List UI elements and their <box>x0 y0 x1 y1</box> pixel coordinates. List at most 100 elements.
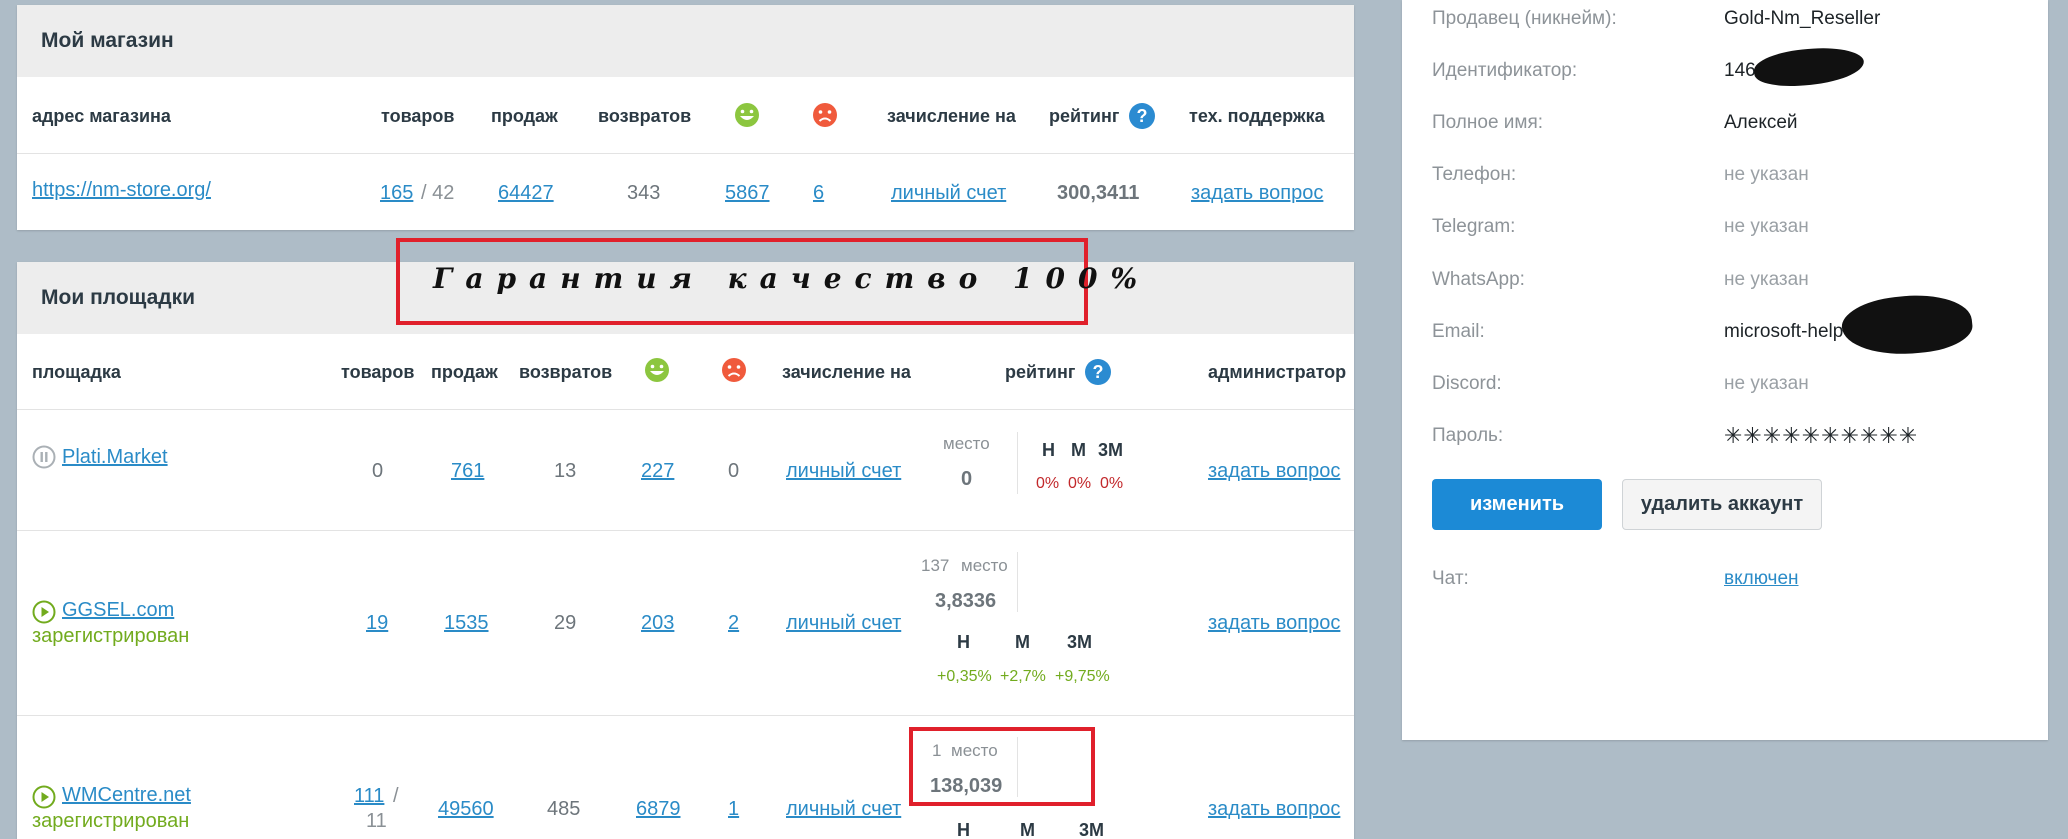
platform-admin-link[interactable]: задать вопрос <box>1208 612 1340 635</box>
platform-admin-link[interactable]: задать вопрос <box>1208 460 1340 483</box>
header-sales: продаж <box>431 362 498 382</box>
col-h: Н <box>1042 440 1055 460</box>
divider <box>17 530 1354 531</box>
rating-help-icon[interactable]: ? <box>1129 103 1155 129</box>
telegram-label: Telegram: <box>1432 216 1516 237</box>
id-label: Идентификатор: <box>1432 60 1578 81</box>
rating-help-icon[interactable]: ? <box>1085 359 1111 385</box>
divider <box>17 409 1354 410</box>
header-credit: зачисление на <box>782 362 911 382</box>
shop-credit-link[interactable]: личный счет <box>891 182 1006 205</box>
shop-positive-link[interactable]: 5867 <box>725 182 770 205</box>
rating-place-number: 137 <box>921 556 950 575</box>
delete-account-button[interactable]: удалить аккаунт <box>1622 479 1822 530</box>
header-admin: администратор <box>1208 362 1347 382</box>
platform-name-link[interactable]: WMCentre.net <box>62 784 191 807</box>
shop-url-link[interactable]: https://nm-store.org/ <box>32 179 211 202</box>
my-platforms-card: Мои площадки площадка товаров продаж воз… <box>17 262 1354 839</box>
platform-returns: 485 <box>547 798 581 820</box>
shop-returns: 343 <box>627 182 661 204</box>
email-label: Email: <box>1432 321 1485 342</box>
rating-divider <box>1017 552 1018 612</box>
header-platform: площадка <box>32 362 121 382</box>
nickname-label: Продавец (никнейм): <box>1432 8 1617 29</box>
platform-negative-link[interactable]: 1 <box>728 798 739 821</box>
platform-sales-link[interactable]: 761 <box>451 460 484 483</box>
platform-sales-link[interactable]: 1535 <box>444 612 489 635</box>
col-m: М <box>1020 820 1035 839</box>
whatsapp-label: WhatsApp: <box>1432 269 1525 290</box>
id-redaction-scribble <box>1752 45 1866 89</box>
platform-goods-link[interactable]: 19 <box>366 612 388 635</box>
platform-goods-total: 11 <box>366 810 387 832</box>
rating-h-change: 0% <box>1036 475 1060 492</box>
divider <box>17 153 1354 154</box>
header-credit: зачисление на <box>887 106 1016 126</box>
divider <box>17 715 1354 716</box>
rating-score: 3,8336 <box>935 590 997 612</box>
header-goods: товаров <box>341 362 415 382</box>
platform-credit-link[interactable]: личный счет <box>786 460 901 483</box>
col-3m: 3М <box>1067 632 1093 652</box>
shop-goods-total: / 42 <box>421 182 455 204</box>
header-address: адрес магазина <box>32 106 171 126</box>
platform-goods-separator: / <box>393 785 399 807</box>
platform-negative-link[interactable]: 2 <box>728 612 739 635</box>
password-value: ✳✳✳✳✳✳✳✳✳✳ <box>1724 423 1919 448</box>
platform-goods: 0 <box>372 460 384 482</box>
positive-smile-icon <box>735 103 759 127</box>
col-m: М <box>1015 632 1030 652</box>
edit-button[interactable]: изменить <box>1432 479 1602 530</box>
platform-status: зарегистрирован <box>32 625 190 647</box>
platform-admin-link[interactable]: задать вопрос <box>1208 798 1340 821</box>
platform-negative: 0 <box>728 460 740 482</box>
rating-divider <box>1017 432 1018 494</box>
platform-name-link[interactable]: Plati.Market <box>62 446 168 469</box>
platform-positive-link[interactable]: 203 <box>641 612 674 635</box>
rating-score: 0 <box>961 468 973 490</box>
shop-sales-link[interactable]: 64427 <box>498 182 554 205</box>
pause-icon <box>32 445 56 469</box>
platform-credit-link[interactable]: личный счет <box>786 612 901 635</box>
rating-place-label: место <box>961 556 1008 575</box>
shop-negative-link[interactable]: 6 <box>813 182 824 205</box>
rating-m-change: +2,7% <box>1000 668 1046 685</box>
platform-returns: 13 <box>554 460 577 482</box>
my-shop-card: Мой магазин адрес магазина товаров прода… <box>17 5 1354 230</box>
rating-m-change: 0% <box>1068 475 1092 492</box>
header-support: тех. поддержка <box>1189 106 1325 126</box>
negative-smile-icon <box>722 358 746 382</box>
platform-sales-link[interactable]: 49560 <box>438 798 494 821</box>
discord-label: Discord: <box>1432 373 1502 394</box>
platform-goods-link[interactable]: 111 <box>354 785 384 808</box>
telegram-value: не указан <box>1724 216 1809 237</box>
platform-credit-link[interactable]: личный счет <box>786 798 901 821</box>
col-m: М <box>1071 440 1086 460</box>
phone-label: Телефон: <box>1432 164 1517 185</box>
email-redaction-scribble <box>1839 289 1975 361</box>
header-rating: рейтинг <box>1005 362 1076 382</box>
password-label: Пароль: <box>1432 425 1504 446</box>
chat-toggle-link[interactable]: включен <box>1724 568 1799 590</box>
guarantee-banner-text: Гарантия качество 100% <box>433 262 1151 295</box>
header-goods: товаров <box>381 106 455 126</box>
platform-name-link[interactable]: GGSEL.com <box>62 599 174 622</box>
shop-support-link[interactable]: задать вопрос <box>1191 182 1323 205</box>
platform-positive-link[interactable]: 227 <box>641 460 674 483</box>
col-h: Н <box>957 820 970 839</box>
platform-positive-link[interactable]: 6879 <box>636 798 681 821</box>
rating-place-label: место <box>943 434 990 453</box>
rating-highlight-frame <box>909 727 1095 806</box>
nickname-value: Gold-Nm_Reseller <box>1724 8 1881 29</box>
discord-value: не указан <box>1724 373 1809 394</box>
my-shop-title: Мой магазин <box>17 5 1354 77</box>
positive-smile-icon <box>645 358 669 382</box>
col-h: Н <box>957 632 970 652</box>
col-3m: 3М <box>1079 820 1105 839</box>
header-sales: продаж <box>491 106 558 126</box>
email-value: microsoft-help- <box>1724 321 1850 342</box>
shop-goods-link[interactable]: 165 <box>380 182 413 205</box>
chat-label: Чат: <box>1432 568 1469 589</box>
header-returns: возвратов <box>519 362 613 382</box>
rating-3m-change: 0% <box>1100 475 1124 492</box>
